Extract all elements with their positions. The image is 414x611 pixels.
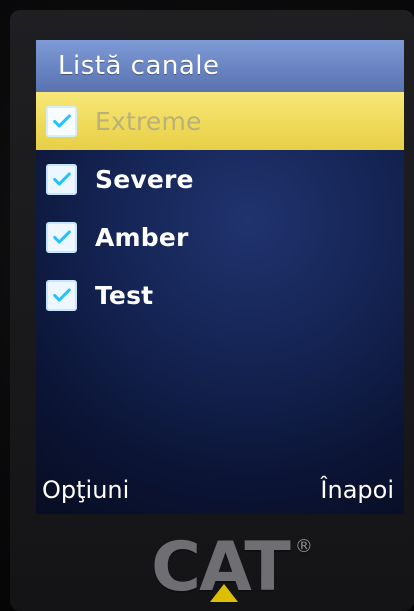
checkbox-severe[interactable] (46, 163, 77, 195)
back-softkey[interactable]: Înapoi (320, 476, 394, 504)
checkbox-extreme[interactable] (46, 105, 77, 137)
softkey-bar: Opţiuni Înapoi (36, 466, 404, 514)
channel-label: Test (95, 280, 154, 310)
checkmark-icon (52, 230, 71, 244)
channel-item-test[interactable]: Test (36, 266, 404, 324)
options-softkey[interactable]: Opţiuni (42, 476, 129, 504)
channel-label: Severe (95, 164, 194, 194)
checkbox-amber[interactable] (46, 221, 77, 253)
phone-screen: Listă canale Extreme Severe Amber Test O… (36, 40, 404, 514)
registered-mark: ® (294, 536, 313, 557)
channel-label: Amber (95, 222, 189, 252)
channel-item-severe[interactable]: Severe (36, 150, 404, 208)
cat-logo: CAT ® (151, 534, 313, 602)
logo-triangle-icon (210, 584, 239, 602)
checkmark-icon (52, 114, 71, 128)
checkbox-test[interactable] (46, 279, 77, 311)
channel-item-amber[interactable]: Amber (36, 208, 404, 266)
channel-item-extreme[interactable]: Extreme (36, 92, 404, 150)
checkmark-icon (52, 288, 71, 302)
page-title: Listă canale (58, 51, 220, 81)
screen-header: Listă canale (36, 40, 404, 93)
channel-label: Extreme (95, 106, 202, 136)
brand-area: CAT ® (36, 514, 404, 611)
checkmark-icon (52, 172, 71, 186)
